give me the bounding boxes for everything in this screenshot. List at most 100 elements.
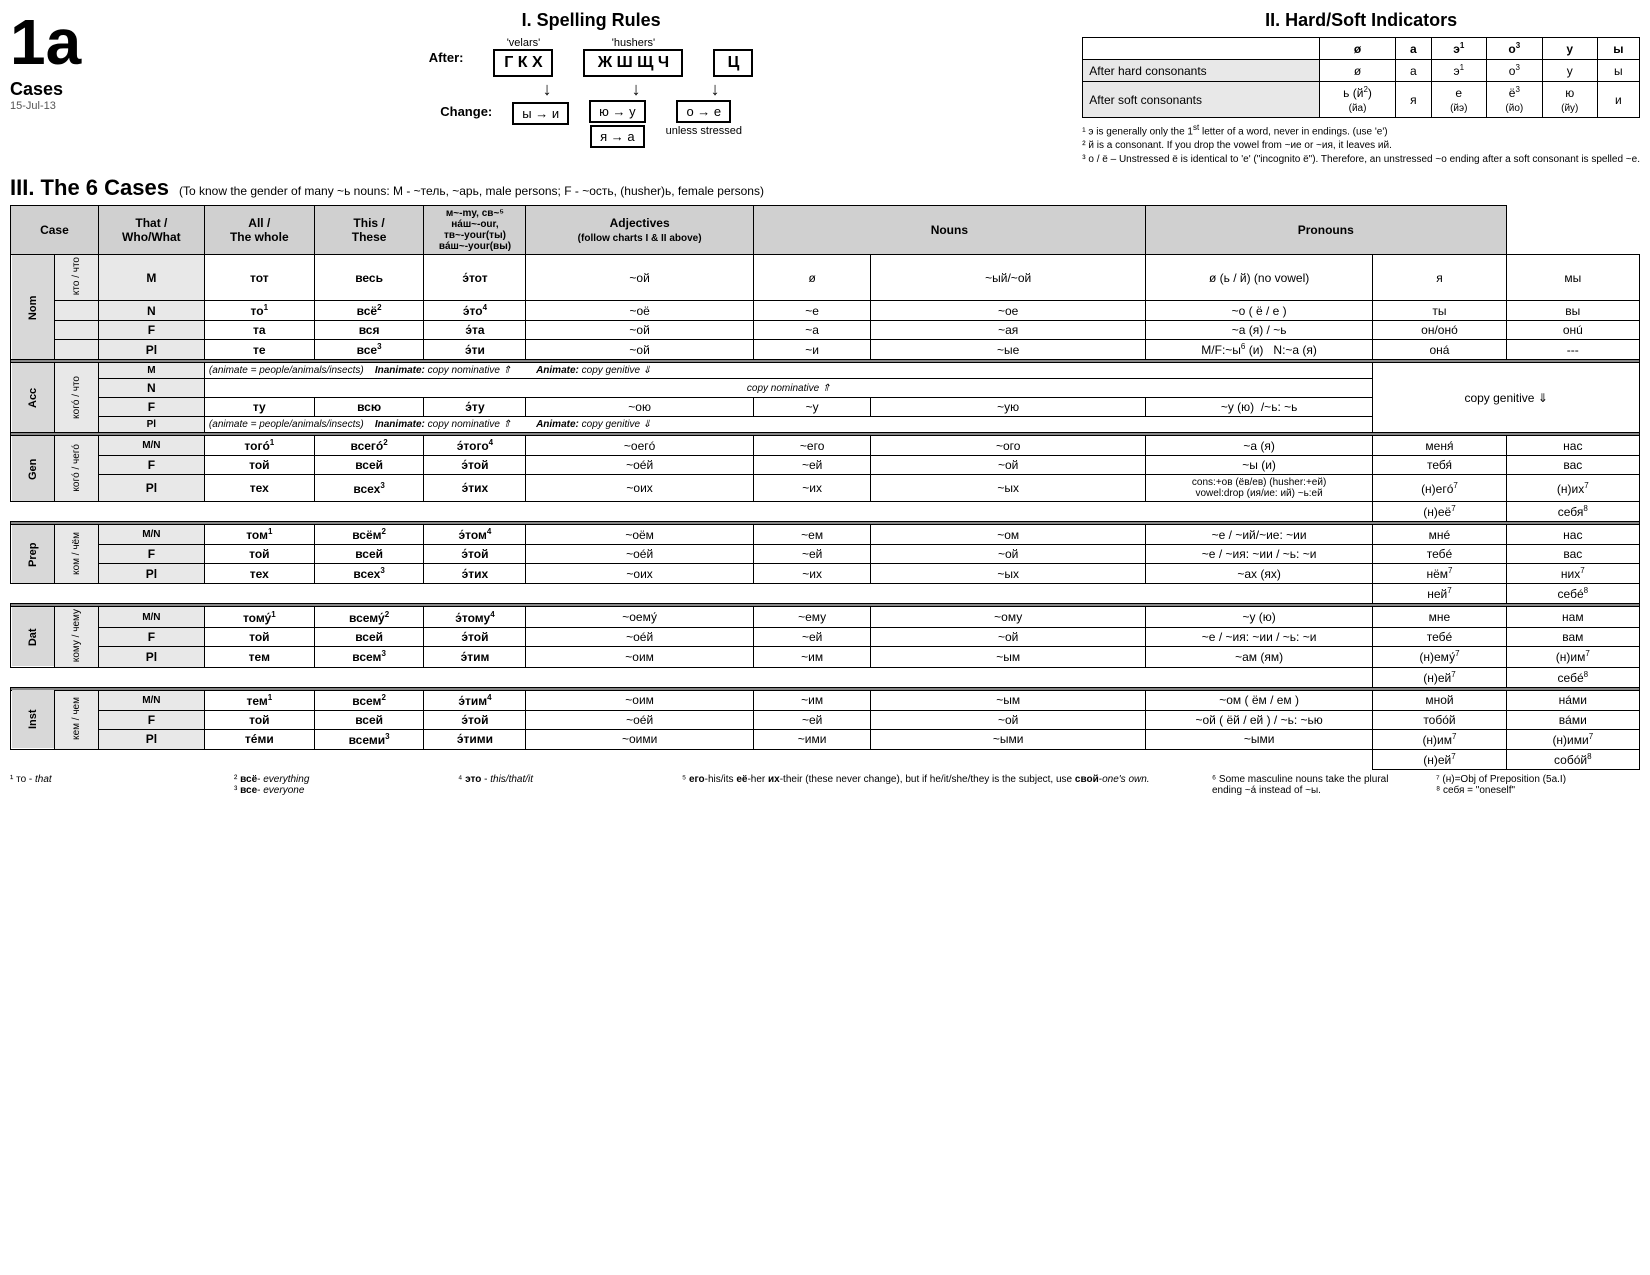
nom-M-ending2: ø bbox=[753, 255, 871, 301]
inst-MN-row: Inst кем / чем M/N тем1 всем2 э́тим4 ~ои… bbox=[11, 690, 1640, 710]
dat-MN-all: всему́2 bbox=[314, 607, 424, 627]
dat-F-row: F той всей э́той ~оéй ~ей ~ой ~е / ~ия: … bbox=[11, 627, 1640, 646]
dat-MN-adj: ~ому bbox=[871, 607, 1145, 627]
inst-extra-pro1: (н)ей7 bbox=[1373, 749, 1506, 769]
nom-M-pro1: я bbox=[1373, 255, 1506, 301]
nom-F-ending1: ~ой bbox=[526, 321, 753, 340]
inst-Pl-adj: ~ыми bbox=[871, 729, 1145, 749]
prep-MN-this: э́том4 bbox=[424, 525, 526, 545]
inst-MN-all: всем2 bbox=[314, 690, 424, 710]
inst-Pl-ending1: ~оими bbox=[526, 729, 753, 749]
dat-F-all: всей bbox=[314, 627, 424, 646]
acc-case-label: Acc bbox=[11, 363, 55, 433]
table-header-row: Case That /Who/What All /The whole This … bbox=[11, 206, 1640, 255]
inst-F-that: той bbox=[204, 710, 314, 729]
nom-M-ending1: ~ой bbox=[526, 255, 753, 301]
inst-Pl-pro1: (н)им7 bbox=[1373, 729, 1506, 749]
inst-Pl-this: э́тими bbox=[424, 729, 526, 749]
gen-F-label: F bbox=[98, 456, 204, 475]
velars-label: 'velars' bbox=[507, 37, 541, 49]
acc-F-all: всю bbox=[314, 398, 424, 417]
acc-F-noun: ~у (ю) /~ь: ~ь bbox=[1145, 398, 1372, 417]
gen-F-adj: ~ой bbox=[871, 456, 1145, 475]
gen-Pl-row: Pl тех всех3 э́тих ~оих ~их ~ых cons:+ов… bbox=[11, 475, 1640, 502]
gen-F-row: F той всей э́той ~оéй ~ей ~ой ~ы (и) теб… bbox=[11, 456, 1640, 475]
prep-F-noun: ~е / ~ия: ~ии / ~ь: ~и bbox=[1145, 545, 1372, 564]
prep-MN-all: всём2 bbox=[314, 525, 424, 545]
nom-F-label: F bbox=[98, 321, 204, 340]
prep-F-ending2: ~ей bbox=[753, 545, 871, 564]
nom-M-all: весь bbox=[314, 255, 424, 301]
hushers-label: 'hushers' bbox=[612, 37, 655, 49]
nom-M-this: э́тот bbox=[424, 255, 526, 301]
dat-MN-row: Dat кому / чему M/N тому́1 всему́2 э́том… bbox=[11, 607, 1640, 627]
acc-M-note: (animate = people/animals/insects) Inani… bbox=[204, 363, 1372, 379]
dat-MN-pro1: мне bbox=[1373, 607, 1506, 627]
nom-F-that: та bbox=[204, 321, 314, 340]
hard-soft-section: II. Hard/Soft Indicators ø а э1 о3 у ы A… bbox=[1082, 10, 1640, 167]
dat-Pl-this: э́тим bbox=[424, 647, 526, 667]
gen-Pl-ending1: ~оих bbox=[526, 475, 753, 502]
inst-extra-row: (н)ей7 собóй8 bbox=[11, 749, 1640, 769]
acc-pronouns: copy genitive ⇓ bbox=[1373, 363, 1640, 433]
cases-section: III. The 6 Cases (To know the gender of … bbox=[10, 175, 1640, 795]
acc-Pl-note: (animate = people/animals/insects) Inani… bbox=[204, 417, 1372, 433]
prep-MN-that: том1 bbox=[204, 525, 314, 545]
prep-Pl-adj: ~ых bbox=[871, 564, 1145, 584]
inst-case-kem: кем / чем bbox=[54, 690, 98, 749]
gen-MN-noun: ~а (я) bbox=[1145, 436, 1372, 456]
soft-b: ь (й2)(йа) bbox=[1320, 82, 1396, 118]
header-case: Case bbox=[11, 206, 99, 255]
dat-F-adj: ~ой bbox=[871, 627, 1145, 646]
nom-N-pro1: ты bbox=[1373, 301, 1506, 321]
dat-MN-that: тому́1 bbox=[204, 607, 314, 627]
inst-extra-pro2: собóй8 bbox=[1506, 749, 1639, 769]
gen-F-all: всей bbox=[314, 456, 424, 475]
nom-Pl-all: все3 bbox=[314, 340, 424, 360]
hs-col-y: ы bbox=[1597, 38, 1639, 60]
inst-Pl-ending2: ~ими bbox=[753, 729, 871, 749]
acc-case-kogo: когó / что bbox=[54, 363, 98, 433]
acc-F-ending2: ~у bbox=[753, 398, 871, 417]
prep-Pl-all: всех3 bbox=[314, 564, 424, 584]
hs-col-o3: о3 bbox=[1486, 38, 1542, 60]
nom-N-ending2: ~е bbox=[753, 301, 871, 321]
date-label: 15-Jul-13 bbox=[10, 100, 120, 112]
footnote-4: ⁴ это - this/that/it bbox=[458, 774, 662, 796]
hard-e1: э1 bbox=[1431, 60, 1486, 82]
inst-Pl-pro2: (н)ими7 bbox=[1506, 729, 1639, 749]
dat-F-pro1: тебé bbox=[1373, 627, 1506, 646]
acc-Pl-label: Pl bbox=[98, 417, 204, 433]
hard-soft-table: ø а э1 о3 у ы After hard consonants ø а … bbox=[1082, 37, 1640, 118]
inst-F-adj: ~ой bbox=[871, 710, 1145, 729]
change-yu-box: ю → у bbox=[589, 100, 645, 123]
dat-extra-pro2: себé8 bbox=[1506, 667, 1639, 687]
nom-F-pro1: он/онó bbox=[1373, 321, 1506, 340]
inst-F-noun: ~ой ( ёй / ей ) / ~ь: ~ью bbox=[1145, 710, 1372, 729]
dat-MN-ending1: ~оему́ bbox=[526, 607, 753, 627]
dat-F-this: э́той bbox=[424, 627, 526, 646]
nom-N-this: э́то4 bbox=[424, 301, 526, 321]
lesson-label: 1a bbox=[10, 10, 100, 74]
prep-MN-pro2: нас bbox=[1506, 525, 1639, 545]
nom-F-row: F та вся э́та ~ой ~а ~ая ~а (я) / ~ь он/… bbox=[11, 321, 1640, 340]
prep-MN-noun: ~е / ~ий/~ие: ~ии bbox=[1145, 525, 1372, 545]
section3-title: III. The 6 Cases bbox=[10, 175, 169, 201]
gen-MN-adj: ~ого bbox=[871, 436, 1145, 456]
soft-yo: ё3(йо) bbox=[1486, 82, 1542, 118]
inst-F-this: э́той bbox=[424, 710, 526, 729]
prep-Pl-label: Pl bbox=[98, 564, 204, 584]
nom-M-row: Nom кто / что М тот весь э́тот ~ой ø ~ый… bbox=[11, 255, 1640, 301]
ts-box: Ц bbox=[713, 49, 753, 77]
acc-N-note: copy nominative ⇑ bbox=[204, 379, 1372, 398]
nom-N-pro2: вы bbox=[1506, 301, 1639, 321]
dat-Pl-noun: ~ам (ям) bbox=[1145, 647, 1372, 667]
header-nouns: Nouns bbox=[753, 206, 1145, 255]
top-section: 1a Cases 15-Jul-13 I. Spelling Rules Aft… bbox=[10, 10, 1640, 167]
dat-MN-this: э́тому4 bbox=[424, 607, 526, 627]
dat-F-that: той bbox=[204, 627, 314, 646]
nom-N-spacer bbox=[54, 301, 98, 321]
dat-case-label: Dat bbox=[11, 607, 55, 667]
nom-F-ending2: ~а bbox=[753, 321, 871, 340]
prep-F-row: F той всей э́той ~оéй ~ей ~ой ~е / ~ия: … bbox=[11, 545, 1640, 564]
